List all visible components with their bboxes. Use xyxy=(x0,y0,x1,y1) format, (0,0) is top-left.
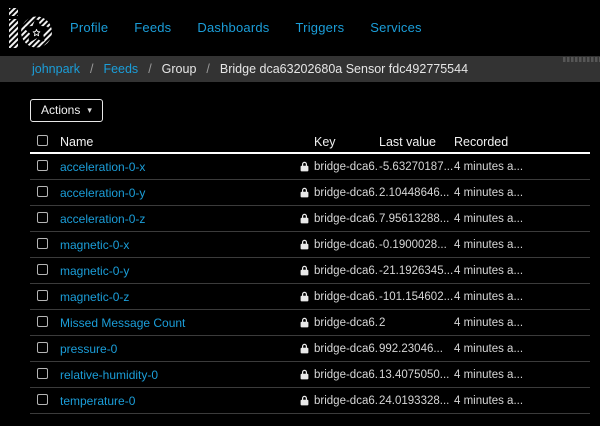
row-checkbox[interactable] xyxy=(37,342,48,353)
feed-last-value: 7.95613288... xyxy=(379,213,454,225)
row-checkbox[interactable] xyxy=(37,368,48,379)
feed-last-value: 13.4075050... xyxy=(379,369,454,381)
lock-icon xyxy=(300,161,309,172)
table-row: Missed Message Count bridge-dca6... 2 4 … xyxy=(30,310,590,336)
feed-last-value: -101.154602... xyxy=(379,291,454,303)
row-checkbox[interactable] xyxy=(37,238,48,249)
feeds-table: Name Key Last value Recorded acceleratio… xyxy=(30,131,590,414)
nav-item[interactable]: Dashboards xyxy=(197,20,269,35)
feed-last-value: 2.10448646... xyxy=(379,187,454,199)
feed-last-value: 992.23046... xyxy=(379,343,454,355)
row-checkbox[interactable] xyxy=(37,160,48,171)
breadcrumb-feeds-link[interactable]: Feeds xyxy=(103,62,138,76)
breadcrumb-page-title: Bridge dca63202680a Sensor fdc492775544 xyxy=(220,62,468,76)
feed-key: bridge-dca6... xyxy=(314,395,379,407)
dotted-handle xyxy=(563,57,600,62)
lock-icon xyxy=(300,239,309,250)
feed-key: bridge-dca6... xyxy=(314,213,379,225)
table-row: magnetic-0-z bridge-dca6... -101.154602.… xyxy=(30,284,590,310)
feed-name-link[interactable]: pressure-0 xyxy=(60,342,117,356)
feed-key: bridge-dca6... xyxy=(314,369,379,381)
feed-name-link[interactable]: acceleration-0-x xyxy=(60,160,145,174)
feed-name-link[interactable]: Missed Message Count xyxy=(60,316,185,330)
feed-name-link[interactable]: magnetic-0-y xyxy=(60,264,129,278)
row-checkbox[interactable] xyxy=(37,394,48,405)
row-checkbox[interactable] xyxy=(37,316,48,327)
table-header-row: Name Key Last value Recorded xyxy=(30,131,590,154)
column-header-key: Key xyxy=(314,135,379,149)
feed-name-link[interactable]: magnetic-0-x xyxy=(60,238,129,252)
feed-recorded: 4 minutes a... xyxy=(454,161,590,173)
table-row: acceleration-0-y bridge-dca6... 2.104486… xyxy=(30,180,590,206)
feed-recorded: 4 minutes a... xyxy=(454,239,590,251)
feed-last-value: 24.0193328... xyxy=(379,395,454,407)
column-header-name: Name xyxy=(60,135,300,149)
lock-icon xyxy=(300,343,309,354)
feed-name-link[interactable]: temperature-0 xyxy=(60,394,135,408)
row-checkbox[interactable] xyxy=(37,212,48,223)
column-header-last-value: Last value xyxy=(379,135,454,149)
lock-icon xyxy=(300,213,309,224)
breadcrumb: johnpark / Feeds / Group / Bridge dca632… xyxy=(0,56,600,82)
feed-name-link[interactable]: acceleration-0-z xyxy=(60,212,145,226)
feed-name-link[interactable]: relative-humidity-0 xyxy=(60,368,158,382)
table-row: relative-humidity-0 bridge-dca6... 13.40… xyxy=(30,362,590,388)
feed-name-link[interactable]: acceleration-0-y xyxy=(60,186,145,200)
chevron-down-icon: ▾ xyxy=(87,105,92,116)
feed-recorded: 4 minutes a... xyxy=(454,265,590,277)
actions-dropdown-button[interactable]: Actions ▾ xyxy=(30,99,103,122)
column-header-recorded: Recorded xyxy=(454,135,590,149)
table-row: magnetic-0-x bridge-dca6... -0.1900028..… xyxy=(30,232,590,258)
breadcrumb-separator: / xyxy=(90,62,93,76)
main-content: Actions ▾ Name Key Last value Recorded a… xyxy=(0,82,600,414)
feed-last-value: -21.1926345... xyxy=(379,265,454,277)
nav-item[interactable]: Services xyxy=(370,20,421,35)
lock-icon xyxy=(300,317,309,328)
lock-icon xyxy=(300,369,309,380)
table-row: magnetic-0-y bridge-dca6... -21.1926345.… xyxy=(30,258,590,284)
feed-key: bridge-dca6... xyxy=(314,187,379,199)
feed-last-value: -0.1900028... xyxy=(379,239,454,251)
table-row: acceleration-0-x bridge-dca6... -5.63270… xyxy=(30,154,590,180)
feed-recorded: 4 minutes a... xyxy=(454,291,590,303)
lock-icon xyxy=(300,265,309,276)
feed-last-value: -5.63270187... xyxy=(379,161,454,173)
lock-icon xyxy=(300,187,309,198)
actions-label: Actions xyxy=(41,103,80,117)
breadcrumb-user-link[interactable]: johnpark xyxy=(32,62,80,76)
feed-key: bridge-dca6... xyxy=(314,161,379,173)
table-row: acceleration-0-z bridge-dca6... 7.956132… xyxy=(30,206,590,232)
main-nav: Profile Feeds Dashboards Triggers Servic… xyxy=(70,19,422,37)
top-nav-bar: Profile Feeds Dashboards Triggers Servic… xyxy=(0,0,600,56)
table-row: pressure-0 bridge-dca6... 992.23046... 4… xyxy=(30,336,590,362)
feed-key: bridge-dca6... xyxy=(314,343,379,355)
feed-key: bridge-dca6... xyxy=(314,239,379,251)
row-checkbox[interactable] xyxy=(37,290,48,301)
nav-item[interactable]: Triggers xyxy=(296,20,345,35)
breadcrumb-separator: / xyxy=(148,62,151,76)
nav-item[interactable]: Profile xyxy=(70,20,108,35)
nav-item[interactable]: Feeds xyxy=(134,20,171,35)
adafruit-io-logo[interactable] xyxy=(8,8,54,48)
table-row: temperature-0 bridge-dca6... 24.0193328.… xyxy=(30,388,590,414)
breadcrumb-separator: / xyxy=(206,62,209,76)
lock-icon xyxy=(300,395,309,406)
row-checkbox[interactable] xyxy=(37,186,48,197)
feed-recorded: 4 minutes a... xyxy=(454,317,590,329)
feed-key: bridge-dca6... xyxy=(314,317,379,329)
row-checkbox[interactable] xyxy=(37,264,48,275)
feed-recorded: 4 minutes a... xyxy=(454,369,590,381)
select-all-checkbox[interactable] xyxy=(37,135,48,146)
feed-recorded: 4 minutes a... xyxy=(454,343,590,355)
feed-recorded: 4 minutes a... xyxy=(454,187,590,199)
feed-key: bridge-dca6... xyxy=(314,291,379,303)
feed-recorded: 4 minutes a... xyxy=(454,213,590,225)
feed-key: bridge-dca6... xyxy=(314,265,379,277)
feed-recorded: 4 minutes a... xyxy=(454,395,590,407)
breadcrumb-group: Group xyxy=(162,62,197,76)
feed-last-value: 2 xyxy=(379,317,454,329)
lock-icon xyxy=(300,291,309,302)
feed-name-link[interactable]: magnetic-0-z xyxy=(60,290,129,304)
